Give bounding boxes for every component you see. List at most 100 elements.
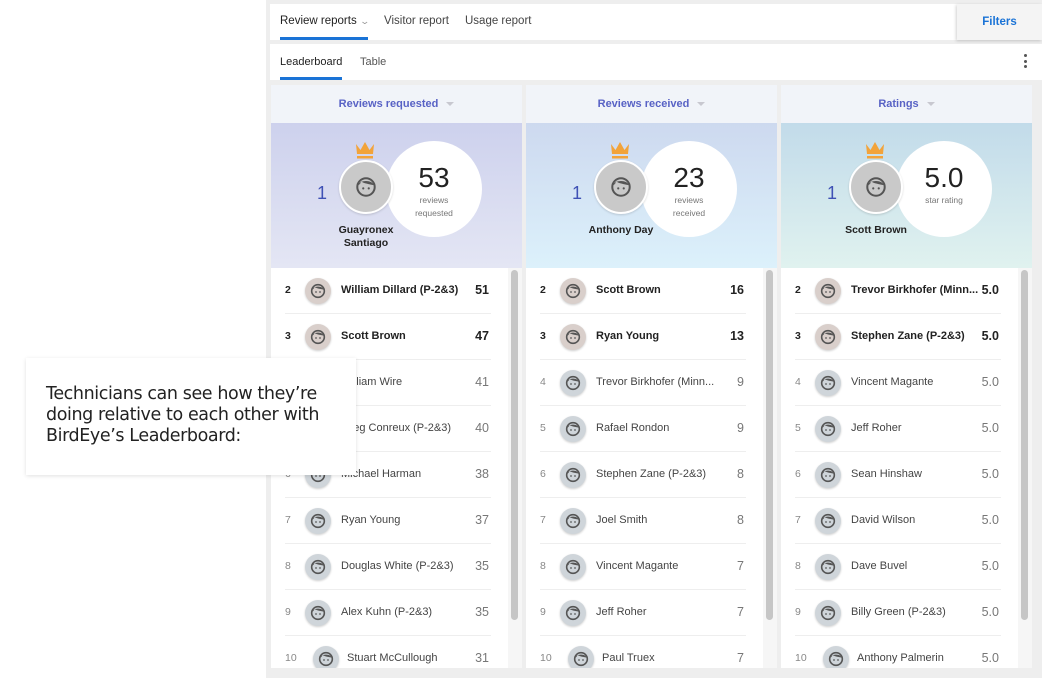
- leader-avatar[interactable]: [849, 160, 903, 214]
- leaderboard-column: Reviews received 1 23 reviews received A…: [526, 85, 777, 678]
- technician-score: 41: [475, 375, 489, 389]
- user-face-icon: [565, 513, 581, 529]
- list-item[interactable]: 8 Vincent Magante 7: [540, 544, 746, 590]
- column-metric-selector[interactable]: Reviews received: [526, 85, 777, 123]
- avatar: [305, 600, 331, 626]
- list-item[interactable]: 3 Stephen Zane (P-2&3) 5.0: [795, 314, 1001, 360]
- scrollbar-thumb[interactable]: [511, 270, 518, 620]
- list-item[interactable]: 2 Trevor Birkhofer (Minn... 5.0: [795, 268, 1001, 314]
- user-face-icon: [310, 283, 326, 299]
- list-item[interactable]: 7 David Wilson 5.0: [795, 498, 1001, 544]
- avatar: [815, 324, 841, 350]
- leader-name: Scott Brown: [821, 224, 931, 237]
- technician-score: 5.0: [981, 605, 999, 619]
- technician-score: 38: [475, 467, 489, 481]
- user-face-icon: [573, 651, 589, 667]
- list-item[interactable]: 3 Scott Brown 47: [285, 314, 491, 360]
- leader-avatar[interactable]: [594, 160, 648, 214]
- rank-number: 5: [540, 422, 546, 434]
- list-item[interactable]: 4 Vincent Magante 5.0: [795, 360, 1001, 406]
- rank-number: 2: [285, 284, 291, 296]
- more-options-icon[interactable]: [1022, 54, 1028, 70]
- user-face-icon: [565, 283, 581, 299]
- list-item[interactable]: 9 Billy Green (P-2&3) 5.0: [795, 590, 1001, 636]
- user-face-icon: [565, 329, 581, 345]
- rank-number: 3: [285, 330, 291, 342]
- technician-name: Greg Conreux (P-2&3): [341, 422, 452, 434]
- list-item[interactable]: 10 Paul Truex 7: [540, 636, 746, 668]
- list-item[interactable]: 10 Anthony Palmerin 5.0: [795, 636, 1001, 668]
- avatar: [560, 416, 586, 442]
- list-item[interactable]: 7 Joel Smith 8: [540, 498, 746, 544]
- list-item[interactable]: 9 Alex Kuhn (P-2&3) 35: [285, 590, 491, 636]
- avatar: [560, 324, 586, 350]
- avatar: [560, 508, 586, 534]
- list-item[interactable]: 3 Ryan Young 13: [540, 314, 746, 360]
- user-face-icon: [828, 651, 844, 667]
- rank-number: 5: [795, 422, 801, 434]
- avatar: [313, 646, 339, 668]
- list-item[interactable]: 8 Dave Buvel 5.0: [795, 544, 1001, 590]
- scrollbar-track[interactable]: [508, 268, 522, 668]
- rank-number: 3: [540, 330, 546, 342]
- user-face-icon: [356, 177, 376, 197]
- scrollbar-track[interactable]: [1018, 268, 1032, 668]
- list-item[interactable]: 5 Jeff Roher 5.0: [795, 406, 1001, 452]
- list-item[interactable]: 6 Stephen Zane (P-2&3) 8: [540, 452, 746, 498]
- leader-score-label: reviews: [419, 195, 449, 205]
- list-item[interactable]: 6 Sean Hinshaw 5.0: [795, 452, 1001, 498]
- avatar: [560, 370, 586, 396]
- list-item[interactable]: 9 Jeff Roher 7: [540, 590, 746, 636]
- leader-score: 53: [418, 162, 450, 193]
- scrollbar-track[interactable]: [763, 268, 777, 668]
- technician-score: 7: [737, 651, 744, 665]
- tab-usage-report[interactable]: Usage report: [465, 4, 531, 40]
- list-item[interactable]: 2 Scott Brown 16: [540, 268, 746, 314]
- column-title: Reviews requested: [338, 98, 439, 110]
- leaderboard-column: Ratings 1 5.0 star rating Scott Brown 2 …: [781, 85, 1032, 678]
- technician-score: 35: [475, 559, 489, 573]
- technician-score: 5.0: [981, 329, 999, 343]
- list-item[interactable]: 4 Trevor Birkhofer (Minn... 9: [540, 360, 746, 406]
- technician-name: Scott Brown: [596, 284, 661, 296]
- technician-score: 5.0: [981, 559, 999, 573]
- leader-score-label-2: received: [672, 207, 706, 218]
- technician-name: Trevor Birkhofer (Minn...: [851, 284, 979, 296]
- list-item[interactable]: 2 William Dillard (P-2&3) 51: [285, 268, 491, 314]
- leader-score: 5.0: [924, 162, 964, 193]
- list-item[interactable]: 5 Rafael Rondon 9: [540, 406, 746, 452]
- technician-score: 5.0: [981, 513, 999, 527]
- column-title: Ratings: [878, 98, 919, 110]
- list-item[interactable]: 10 Stuart McCullough 31: [285, 636, 491, 668]
- filters-button[interactable]: Filters: [957, 4, 1042, 40]
- technician-name: Paul Truex: [602, 652, 655, 664]
- technician-score: 7: [737, 605, 744, 619]
- user-face-icon: [820, 513, 836, 529]
- scrollbar-thumb[interactable]: [1021, 270, 1028, 620]
- technician-score: 40: [475, 421, 489, 435]
- list-item[interactable]: 8 Douglas White (P-2&3) 35: [285, 544, 491, 590]
- tab-visitor-report[interactable]: Visitor report: [384, 4, 449, 40]
- technician-name: Douglas White (P-2&3): [341, 560, 454, 572]
- technician-score: 47: [475, 329, 489, 343]
- technician-score: 51: [475, 283, 489, 297]
- technician-name: Stephen Zane (P-2&3): [851, 330, 965, 342]
- technician-score: 13: [730, 329, 744, 343]
- scrollbar-thumb[interactable]: [766, 270, 773, 620]
- avatar: [568, 646, 594, 668]
- tab-table[interactable]: Table: [360, 44, 386, 80]
- leader-avatar[interactable]: [339, 160, 393, 214]
- column-title: Reviews received: [597, 98, 690, 110]
- column-metric-selector[interactable]: Reviews requested: [271, 85, 522, 123]
- avatar: [305, 554, 331, 580]
- tab-review-reports[interactable]: Review reports ⌄: [280, 4, 370, 40]
- avatar: [815, 278, 841, 304]
- rank-number: 10: [540, 652, 552, 664]
- list-item[interactable]: 7 Ryan Young 37: [285, 498, 491, 544]
- column-metric-selector[interactable]: Ratings: [781, 85, 1032, 123]
- rank-number: 6: [540, 468, 546, 480]
- tab-leaderboard[interactable]: Leaderboard: [280, 44, 343, 80]
- rank-number: 3: [795, 330, 801, 342]
- rank-number: 9: [795, 606, 801, 618]
- avatar: [815, 508, 841, 534]
